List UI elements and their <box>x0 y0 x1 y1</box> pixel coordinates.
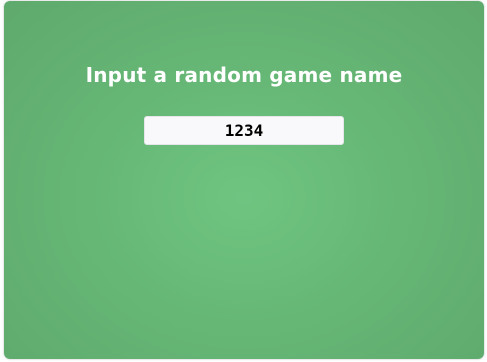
prompt-title: Input a random game name <box>85 63 403 87</box>
game-name-panel: Input a random game name <box>4 1 484 359</box>
game-name-input[interactable] <box>144 116 344 145</box>
